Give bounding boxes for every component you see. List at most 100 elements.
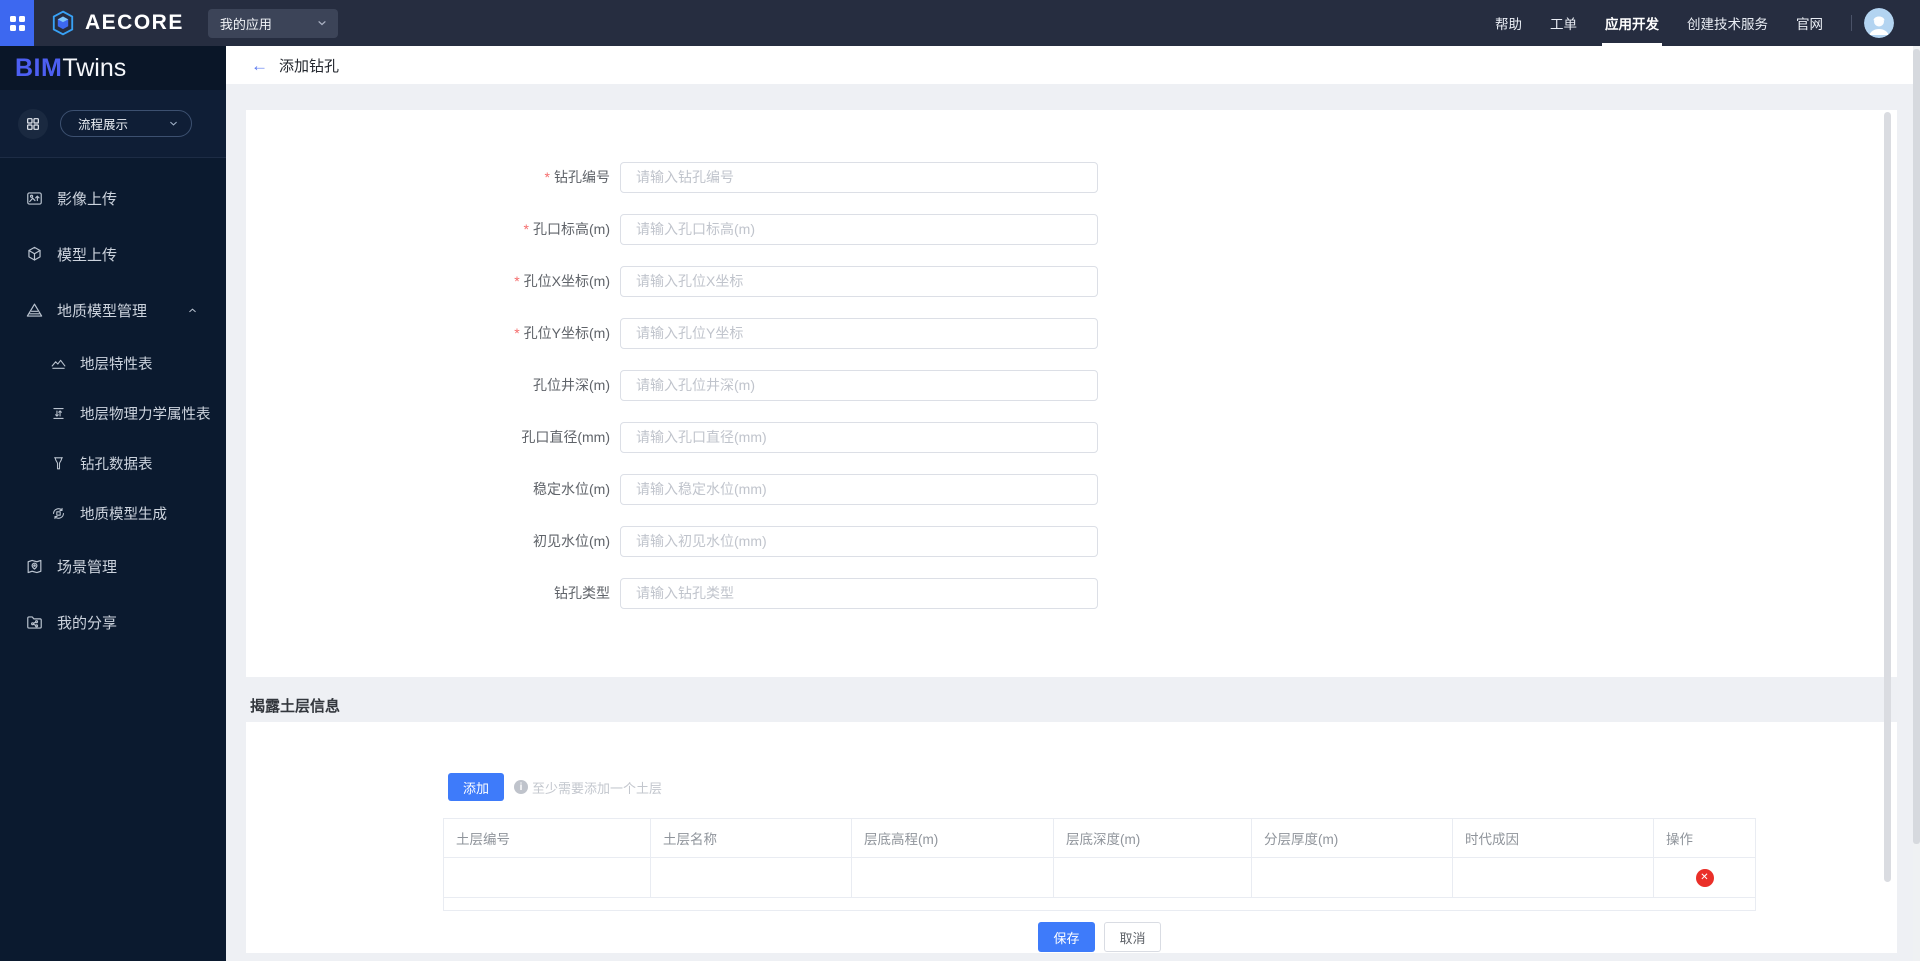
sidebar-nav: 影像上传 模型上传 地质模型管理 地层特性表 地层物理力学属性表 钻孔数据表 地… xyxy=(0,158,226,650)
required-mark: * xyxy=(514,325,520,341)
cell-layer-name[interactable] xyxy=(651,858,852,897)
col-header-layer-number: 土层编号 xyxy=(444,819,651,857)
form-row-borehole-number: * 钻孔编号 xyxy=(246,161,1897,193)
physics-property-icon xyxy=(50,405,67,422)
topbar-link-app-development[interactable]: 应用开发 xyxy=(1591,0,1673,46)
mode-select-value: 流程展示 xyxy=(78,118,129,132)
soil-section-title: 揭露土层信息 xyxy=(250,698,341,715)
col-header-bottom-depth: 层底深度(m) xyxy=(1054,819,1252,857)
app-select-dropdown[interactable]: 我的应用 xyxy=(207,8,338,38)
hole-x-coordinate-input[interactable] xyxy=(620,265,1098,297)
cell-layer-thickness[interactable] xyxy=(1252,858,1453,897)
mode-select-dropdown[interactable]: 流程展示 xyxy=(60,110,192,137)
page-title: 添加钻孔 xyxy=(279,57,340,75)
topbar-link-workorder[interactable]: 工单 xyxy=(1536,0,1591,46)
sidebar-item-label: 地质模型管理 xyxy=(57,302,148,320)
sidebar-item-label: 地质模型生成 xyxy=(80,506,167,523)
info-icon: i xyxy=(514,780,528,794)
sidebar-item-label: 场景管理 xyxy=(57,558,118,576)
cell-layer-number[interactable] xyxy=(444,858,651,897)
soil-add-row: 添加 i 至少需要添加一个土层 xyxy=(448,773,662,801)
page-scrollbar xyxy=(1913,46,1920,961)
sidebar: BIM Twins 流程展示 影像上传 模型上传 地质模型管理 地层特性表 地层… xyxy=(0,46,226,961)
form-row-borehole-type: 钻孔类型 xyxy=(246,577,1897,609)
hole-y-coordinate-input[interactable] xyxy=(620,317,1098,349)
field-label: 孔位X坐标(m) xyxy=(523,273,610,289)
apps-grid-icon xyxy=(9,15,25,31)
topbar: AECORE 我的应用 帮助 工单 应用开发 创建技术服务 官网 xyxy=(0,0,1920,46)
logo-bim-text: BIM xyxy=(15,53,63,82)
borehole-number-input[interactable] xyxy=(620,161,1098,193)
sidebar-item-model-upload[interactable]: 模型上传 xyxy=(0,226,226,282)
app-launcher-button[interactable] xyxy=(0,0,34,46)
sidebar-item-image-upload[interactable]: 影像上传 xyxy=(0,170,226,226)
cell-bottom-elevation[interactable] xyxy=(852,858,1054,897)
cell-bottom-depth[interactable] xyxy=(1054,858,1252,897)
table-header-row: 土层编号 土层名称 层底高程(m) 层底深度(m) 分层厚度(m) 时代成因 操… xyxy=(443,818,1756,858)
hole-depth-input[interactable] xyxy=(620,369,1098,401)
image-upload-icon xyxy=(25,189,44,208)
cancel-button[interactable]: 取消 xyxy=(1104,922,1161,952)
chevron-down-icon xyxy=(316,17,328,29)
sidebar-item-my-share[interactable]: 我的分享 xyxy=(0,594,226,650)
workspace-switch-row: 流程展示 xyxy=(0,90,226,158)
sidebar-subitem-strata-property-table[interactable]: 地层特性表 xyxy=(0,338,226,388)
logo-twins-text: Twins xyxy=(62,53,127,82)
back-button[interactable]: ← xyxy=(251,57,268,74)
topbar-link-create-tech-service[interactable]: 创建技术服务 xyxy=(1673,0,1782,46)
sidebar-item-label: 模型上传 xyxy=(57,246,118,264)
field-label: 钻孔类型 xyxy=(554,585,610,601)
cell-era-genesis[interactable] xyxy=(1453,858,1654,897)
initial-water-level-input[interactable] xyxy=(620,525,1098,557)
form-row-stable-water-level: 稳定水位(m) xyxy=(246,473,1897,505)
main-area: ← 添加钻孔 *钻孔编号 *孔口标高(m) *孔位X坐标(m) xyxy=(226,46,1913,961)
hole-elevation-input[interactable] xyxy=(620,213,1098,245)
form-row-initial-water-level: 初见水位(m) xyxy=(246,525,1897,557)
workspace-grid-button[interactable] xyxy=(18,108,48,139)
strata-layers-icon xyxy=(50,355,67,372)
sidebar-item-geology-model-management[interactable]: 地质模型管理 xyxy=(0,282,226,338)
sidebar-item-label: 地层物理力学属性表 xyxy=(80,406,211,423)
stable-water-level-input[interactable] xyxy=(620,473,1098,505)
save-button[interactable]: 保存 xyxy=(1038,922,1095,952)
content-scrollbar-thumb[interactable] xyxy=(1884,112,1891,882)
bimtwins-logo: BIM Twins xyxy=(0,46,226,90)
required-mark: * xyxy=(514,273,520,289)
sidebar-item-label: 地层特性表 xyxy=(80,356,153,373)
field-label: 孔口直径(mm) xyxy=(521,429,610,445)
user-avatar[interactable] xyxy=(1864,8,1894,38)
sidebar-subitem-strata-physics-table[interactable]: 地层物理力学属性表 xyxy=(0,388,226,438)
field-label: 初见水位(m) xyxy=(533,533,610,549)
chevron-up-icon xyxy=(187,305,198,316)
app-select-value: 我的应用 xyxy=(219,16,272,32)
soil-layer-table: 土层编号 土层名称 层底高程(m) 层底深度(m) 分层厚度(m) 时代成因 操… xyxy=(443,818,1756,911)
delete-row-icon[interactable]: ✕ xyxy=(1695,868,1714,887)
soil-hint-text: 至少需要添加一个土层 xyxy=(532,780,663,796)
sidebar-subitem-borehole-data-table[interactable]: 钻孔数据表 xyxy=(0,438,226,488)
borehole-drill-icon xyxy=(50,455,67,472)
scene-map-pin-icon xyxy=(25,557,44,576)
model-generate-icon xyxy=(50,505,67,522)
col-header-layer-name: 土层名称 xyxy=(651,819,852,857)
table-footer-strip xyxy=(443,898,1756,911)
sidebar-item-label: 我的分享 xyxy=(57,614,118,632)
form-row-hole-diameter: 孔口直径(mm) xyxy=(246,421,1897,453)
field-label: 孔位井深(m) xyxy=(533,377,610,393)
col-header-era-genesis: 时代成因 xyxy=(1453,819,1654,857)
sidebar-item-scene-management[interactable]: 场景管理 xyxy=(0,538,226,594)
borehole-type-input[interactable] xyxy=(620,577,1098,609)
sidebar-subitem-geology-model-generate[interactable]: 地质模型生成 xyxy=(0,488,226,538)
add-soil-layer-button[interactable]: 添加 xyxy=(448,773,504,801)
col-header-operation: 操作 xyxy=(1666,832,1693,847)
form-actions: 保存 取消 xyxy=(443,922,1756,952)
topbar-link-official-site[interactable]: 官网 xyxy=(1782,0,1837,46)
field-label: 稳定水位(m) xyxy=(533,481,610,497)
page-scrollbar-thumb[interactable] xyxy=(1913,49,1920,844)
hole-diameter-input[interactable] xyxy=(620,421,1098,453)
geology-icon xyxy=(25,301,44,320)
topbar-link-help[interactable]: 帮助 xyxy=(1481,0,1536,46)
cube-upload-icon xyxy=(25,245,44,264)
topbar-divider xyxy=(1851,15,1852,31)
chevron-down-icon xyxy=(168,118,179,129)
required-mark: * xyxy=(544,169,550,185)
